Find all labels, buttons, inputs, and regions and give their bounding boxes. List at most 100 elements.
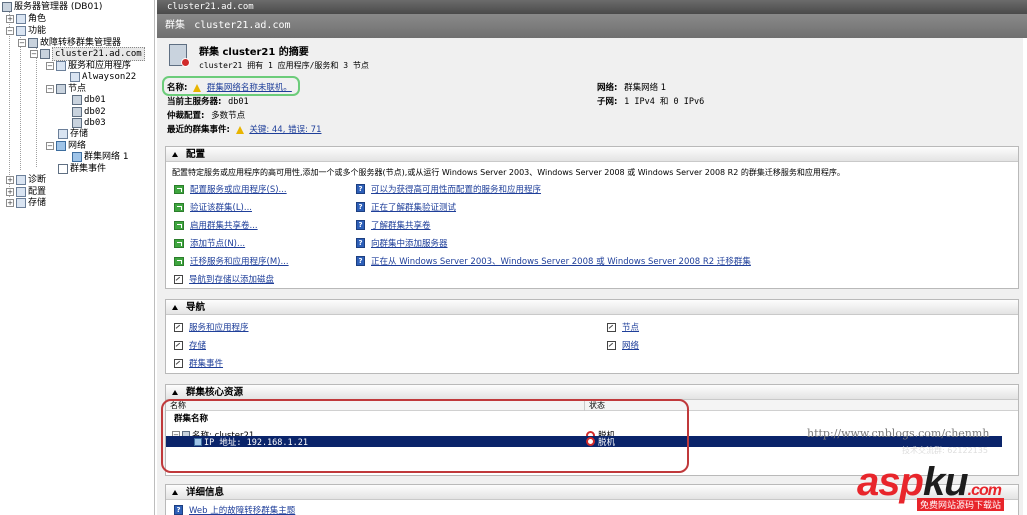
network-value: 群集网络 1	[624, 83, 667, 93]
expand-icon[interactable]: +	[6, 15, 14, 23]
action-validate-cluster[interactable]: 验证该群集(L)...	[174, 201, 252, 213]
section-title: 配置	[186, 148, 206, 160]
help-icon: ?	[356, 220, 365, 230]
navigate-icon	[174, 274, 183, 284]
services-icon	[56, 61, 66, 71]
tree-item-alwayson[interactable]: Alwayson22	[70, 71, 136, 83]
tree-item-roles[interactable]: + 角色	[6, 13, 46, 25]
nav-networks[interactable]: 网络	[607, 339, 639, 351]
config-description: 配置特定服务或应用程序的高可用性,添加一个或多个服务器(节点),或从运行 Win…	[172, 167, 845, 177]
collapse-caret-icon[interactable]	[172, 151, 178, 157]
help-link[interactable]: ? 正在从 Windows Server 2003、Windows Server …	[356, 255, 751, 267]
tree-item-features[interactable]: − 功能	[6, 25, 46, 37]
tree-item-network[interactable]: 群集网络 1	[72, 151, 129, 163]
help-label[interactable]: 正在了解群集验证测试	[371, 201, 456, 213]
action-label[interactable]: 配置服务或应用程序(S)...	[190, 183, 287, 195]
tree-item-cluster-events[interactable]: 群集事件	[58, 163, 106, 175]
core-resources-header[interactable]: 群集核心资源	[166, 385, 1018, 400]
diagnostics-icon	[16, 175, 26, 185]
action-add-node[interactable]: 添加节点(N)...	[174, 237, 245, 249]
action-navigate-storage[interactable]: 导航到存储以添加磁盘	[174, 273, 274, 285]
events-icon	[58, 164, 68, 174]
collapse-icon[interactable]: −	[46, 62, 54, 70]
collapse-icon[interactable]: −	[6, 27, 14, 35]
tree-label: 存储	[70, 129, 89, 139]
tree-label: Alwayson22	[82, 72, 137, 82]
action-migrate-services[interactable]: 迁移服务和应用程序(M)...	[174, 255, 289, 267]
config-header[interactable]: 配置	[166, 147, 1018, 162]
action-label[interactable]: 添加节点(N)...	[190, 237, 245, 249]
action-enable-csv[interactable]: 启用群集共享卷...	[174, 219, 258, 231]
network-icon	[56, 141, 66, 151]
configuration-icon	[16, 187, 26, 197]
node-icon	[72, 107, 82, 117]
network-row: 网络: 群集网络 1	[597, 81, 666, 93]
tree-item-cluster[interactable]: − cluster21.ad.com	[30, 47, 145, 61]
navigate-icon	[174, 322, 183, 332]
group-watermark: 技术交流群: 62122135	[902, 446, 988, 455]
section-title: 群集核心资源	[186, 386, 244, 398]
events-link[interactable]: 关键: 44, 错误: 71	[249, 125, 321, 135]
warning-icon	[193, 83, 202, 92]
help-icon: ?	[356, 256, 365, 266]
network-label: 网络:	[597, 83, 618, 93]
tree-item-server-manager[interactable]: 服务器管理器 (DB01)	[2, 1, 102, 13]
collapse-icon[interactable]: −	[46, 142, 54, 150]
action-configure-service[interactable]: 配置服务或应用程序(S)...	[174, 183, 287, 195]
subnet-value: 1 IPv4 和 0 IPv6	[624, 97, 705, 107]
nav-storage[interactable]: 存储	[174, 339, 206, 351]
nav-label[interactable]: 服务和应用程序	[189, 321, 249, 333]
help-label[interactable]: 正在从 Windows Server 2003、Windows Server 2…	[371, 255, 751, 267]
roles-icon	[16, 14, 26, 24]
help-link[interactable]: ? 可以为获得高可用性而配置的服务和应用程序	[356, 183, 541, 195]
help-link[interactable]: ? 了解群集共享卷	[356, 219, 431, 231]
navigate-icon	[174, 358, 183, 368]
tree-item-storage-root[interactable]: + 存储	[6, 197, 46, 209]
collapse-icon[interactable]: −	[30, 50, 38, 58]
action-label[interactable]: 导航到存储以添加磁盘	[189, 273, 274, 285]
tree-item-node[interactable]: db01	[72, 94, 106, 106]
nav-label[interactable]: 节点	[622, 321, 639, 333]
expand-icon[interactable]: +	[6, 176, 14, 184]
help-link[interactable]: ? 正在了解群集验证测试	[356, 201, 456, 213]
nav-label[interactable]: 群集事件	[189, 357, 223, 369]
tree-item-storage[interactable]: 存储	[58, 128, 88, 140]
navigate-header[interactable]: 导航	[166, 300, 1018, 315]
action-label[interactable]: 迁移服务和应用程序(M)...	[190, 255, 289, 267]
expand-icon[interactable]: +	[6, 199, 14, 207]
nav-nodes[interactable]: 节点	[607, 321, 639, 333]
collapse-icon[interactable]: −	[46, 85, 54, 93]
nav-cluster-events[interactable]: 群集事件	[174, 357, 223, 369]
collapse-caret-icon[interactable]	[172, 389, 178, 395]
events-row: 最近的群集事件: 关键: 44, 错误: 71	[167, 123, 321, 135]
navigation-tree: 服务器管理器 (DB01) + 角色 − 功能 − 故障转移群集管理器 − cl…	[0, 0, 155, 515]
action-label[interactable]: 启用群集共享卷...	[190, 219, 258, 231]
host-row: 当前主服务器: db01	[167, 95, 249, 107]
nav-label[interactable]: 网络	[622, 339, 639, 351]
action-arrow-icon	[174, 256, 184, 266]
collapse-caret-icon[interactable]	[172, 489, 178, 495]
nav-services-apps[interactable]: 服务和应用程序	[174, 321, 249, 333]
tree-label: 服务器管理器 (DB01)	[14, 2, 103, 12]
help-label[interactable]: 可以为获得高可用性而配置的服务和应用程序	[371, 183, 541, 195]
name-link[interactable]: 群集网络名称未联机。	[207, 83, 292, 93]
nav-label[interactable]: 存储	[189, 339, 206, 351]
action-arrow-icon	[174, 238, 184, 248]
expand-icon[interactable]: +	[6, 188, 14, 196]
help-link[interactable]: ? 向群集中添加服务器	[356, 237, 448, 249]
collapse-caret-icon[interactable]	[172, 304, 178, 310]
network-icon	[72, 152, 82, 162]
top-bar: cluster21.ad.com	[157, 0, 1027, 14]
cluster-summary: 群集 cluster21 的摘要 cluster21 拥有 1 应用程序/服务和…	[157, 38, 1023, 143]
details-label[interactable]: Web 上的故障转移群集主题	[189, 504, 295, 515]
help-label[interactable]: 了解群集共享卷	[371, 219, 431, 231]
cluster-error-icon	[169, 44, 190, 67]
tree-item-diagnostics[interactable]: + 诊断	[6, 174, 46, 186]
action-label[interactable]: 验证该群集(L)...	[190, 201, 252, 213]
details-link[interactable]: ? Web 上的故障转移群集主题	[174, 504, 295, 515]
action-arrow-icon	[174, 220, 184, 230]
page-title-bar: 群集 cluster21.ad.com	[157, 14, 1027, 38]
collapse-icon[interactable]: −	[18, 39, 26, 47]
quorum-label: 仲裁配置:	[167, 111, 205, 121]
help-label[interactable]: 向群集中添加服务器	[371, 237, 448, 249]
